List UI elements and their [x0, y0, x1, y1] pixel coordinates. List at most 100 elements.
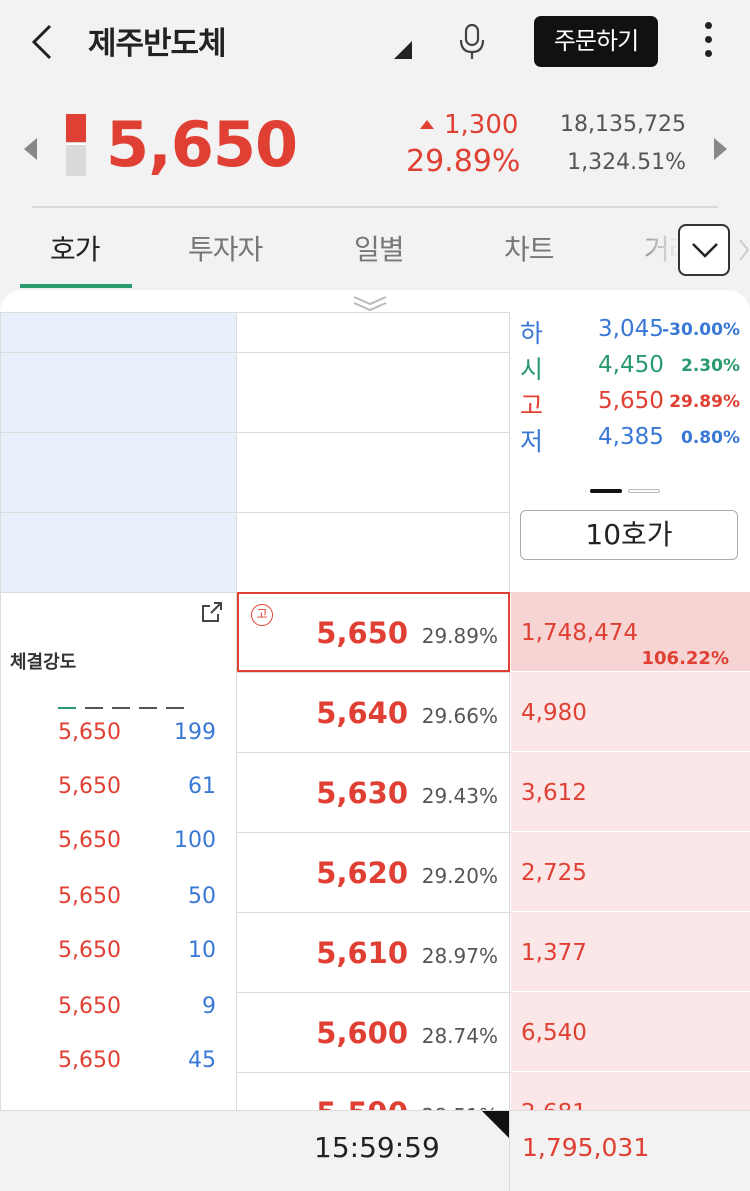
summary-label: 고 [520, 391, 544, 420]
microphone-icon[interactable] [458, 22, 486, 62]
bid-price: 5,630 [316, 776, 408, 810]
divider [509, 1111, 510, 1191]
current-price: 5,650 [106, 108, 298, 181]
bid-row[interactable]: 5,630 29.43% [237, 752, 510, 832]
bid-qty: 1,377 [521, 940, 587, 966]
summary-price: 5,650 [598, 388, 664, 414]
tick-row: 5,650 100 [0, 828, 237, 862]
tick-qty: 100 [174, 828, 216, 853]
tick-row: 5,650 199 [0, 720, 237, 754]
prev-stock-icon[interactable] [24, 138, 37, 160]
tick-qty: 45 [188, 1048, 216, 1073]
bid-pct: 28.97% [421, 944, 498, 968]
bid-row[interactable]: 고 5,650 29.89% [237, 592, 510, 672]
chevron-right-icon [739, 239, 750, 261]
tick-qty: 10 [188, 938, 216, 963]
bid-row[interactable]: 5,600 28.74% [237, 992, 510, 1072]
bid-price: 5,600 [316, 1016, 408, 1050]
tab-daily[interactable]: 일별 [354, 228, 405, 268]
chevron-down-icon [692, 243, 718, 258]
orderbook-grid: 하 3,045 -30.00% 시 4,450 2.30% 고 5,650 29… [0, 312, 750, 1110]
tick-price: 5,650 [58, 1048, 121, 1073]
tick-row: 5,650 61 [0, 774, 237, 808]
bid-row[interactable]: 5,620 29.20% [237, 832, 510, 912]
tick-row: 5,650 45 [0, 1048, 237, 1082]
stock-menu-indicator-icon[interactable] [394, 41, 412, 59]
next-stock-icon[interactable] [714, 138, 727, 160]
stock-name[interactable]: 제주반도체 [88, 18, 227, 63]
bid-price: 5,650 [316, 616, 408, 650]
bid-pct: 28.74% [421, 1024, 498, 1048]
orderbook-panel: 하 3,045 -30.00% 시 4,450 2.30% 고 5,650 29… [0, 290, 750, 1110]
bid-qty: 4,980 [521, 700, 587, 726]
summary-label: 저 [520, 427, 544, 456]
summary-pct: 29.89% [669, 392, 740, 412]
bid-pct: 29.89% [421, 624, 498, 648]
bid-pct: 29.66% [421, 704, 498, 728]
bid-qty: 1,748,474 [521, 620, 639, 646]
back-icon[interactable] [26, 18, 62, 66]
collapse-handle-icon[interactable] [352, 294, 388, 312]
tick-price: 5,650 [58, 720, 121, 745]
bid-row[interactable]: 5,640 29.66% [237, 672, 510, 752]
summary-row-open: 시 4,450 2.30% [520, 350, 750, 386]
tick-price: 5,650 [58, 938, 121, 963]
summary-row-high: 고 5,650 29.89% [520, 386, 750, 422]
bid-qty: 2,725 [521, 860, 587, 886]
more-menu-icon[interactable] [700, 22, 716, 64]
trade-time: 15:59:59 [314, 1131, 440, 1164]
tick-qty: 61 [188, 774, 216, 799]
tick-qty: 9 [202, 994, 216, 1019]
gridline [0, 432, 510, 433]
tab-bar: 호가 투자자 일별 차트 거래 [0, 216, 750, 292]
day-summary: 하 3,045 -30.00% 시 4,450 2.30% 고 5,650 29… [510, 312, 750, 592]
tab-expand-button[interactable] [678, 224, 730, 276]
up-arrow-icon [420, 120, 434, 129]
summary-row-low: 저 4,385 0.80% [520, 422, 750, 458]
tick-row: 5,650 10 [0, 938, 237, 972]
price-summary: 5,650 1,300 29.89% 18,135,725 1,324.51% [0, 92, 750, 204]
active-tab-indicator [20, 284, 132, 288]
tick-price: 5,650 [58, 884, 121, 909]
change-percent: 29.89% [406, 144, 521, 179]
bid-pct: 29.43% [421, 784, 498, 808]
footer-bar: 15:59:59 1,795,031 [0, 1110, 750, 1191]
page-dot[interactable] [628, 488, 660, 493]
price-gauge [66, 114, 86, 176]
tick-price: 5,650 [58, 994, 121, 1019]
tick-price: 5,650 [58, 774, 121, 799]
tick-row: 5,650 9 [0, 994, 237, 1028]
tab-hoga[interactable]: 호가 [50, 228, 101, 268]
price-gauge-midline [66, 143, 86, 145]
gridline [0, 512, 510, 513]
summary-price: 3,045 [598, 316, 664, 342]
summary-label: 시 [520, 355, 544, 384]
summary-label: 하 [520, 319, 544, 348]
tick-legend [58, 694, 193, 713]
external-link-icon[interactable] [200, 600, 224, 624]
bid-pct: 29.20% [421, 864, 498, 888]
bid-row[interactable]: 5,610 28.97% [237, 912, 510, 992]
strength-label: 체결강도 [10, 652, 77, 673]
summary-pct: 0.80% [681, 428, 740, 448]
tab-chart[interactable]: 차트 [504, 228, 555, 268]
page-dot-active [590, 488, 622, 493]
bid-row[interactable]: 5,59028.51% [237, 1072, 510, 1110]
bid-price: 5,620 [316, 856, 408, 890]
trade-volume: 18,135,725 [560, 112, 686, 137]
page-indicator [590, 480, 666, 499]
tick-price: 5,650 [58, 828, 121, 853]
tab-investor[interactable]: 투자자 [188, 228, 263, 268]
summary-pct: 2.30% [681, 356, 740, 376]
corner-indicator [482, 1111, 510, 1139]
price-gauge-fill [66, 114, 86, 142]
bid-qty: 6,540 [521, 1020, 587, 1046]
bid-qty: 2,681 [521, 1100, 587, 1110]
ten-hoga-button[interactable]: 10호가 [520, 510, 738, 560]
tick-row: 5,650 50 [0, 884, 237, 918]
volume-ratio: 1,324.51% [567, 150, 686, 175]
order-button[interactable]: 주문하기 [534, 16, 658, 67]
summary-row-low-limit: 하 3,045 -30.00% [520, 314, 750, 350]
total-bid-qty: 1,795,031 [522, 1133, 650, 1162]
top-bar: 제주반도체 주문하기 [0, 0, 750, 90]
